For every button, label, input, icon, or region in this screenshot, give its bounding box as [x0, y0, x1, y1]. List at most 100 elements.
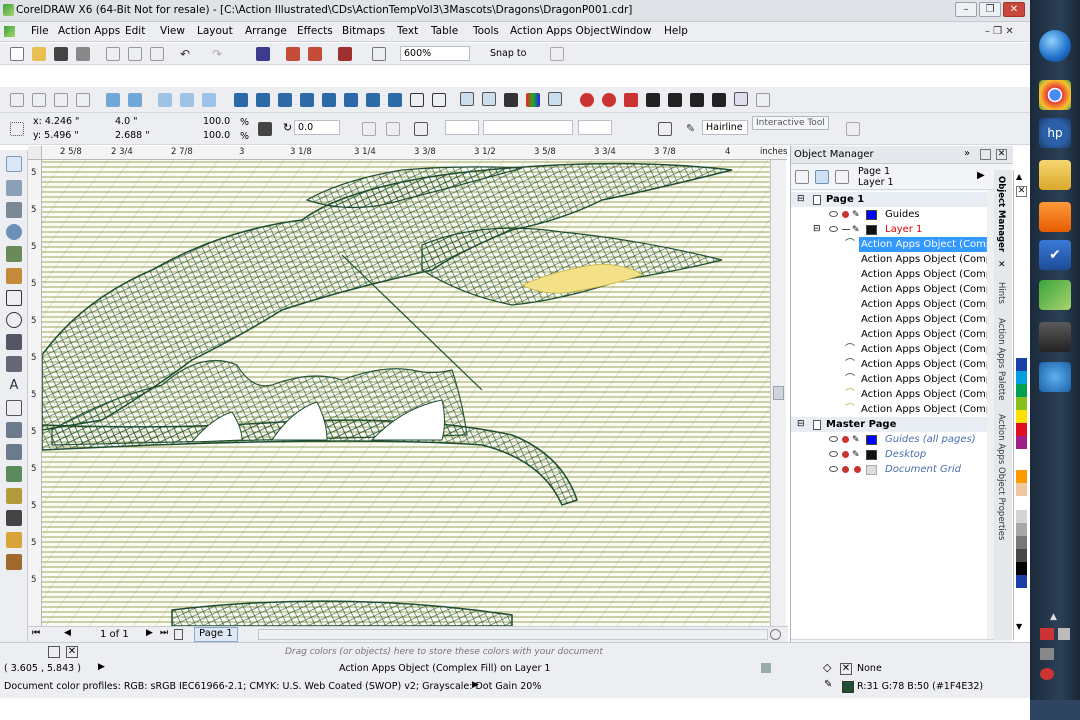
- tool-icon-8[interactable]: [180, 93, 194, 107]
- polygon-tool-icon[interactable]: [6, 334, 22, 350]
- tree-object-row[interactable]: Action Apps Object (Comple: [791, 252, 987, 267]
- menu-arrange[interactable]: Arrange: [245, 25, 287, 37]
- app-icon[interactable]: [1039, 322, 1071, 352]
- tab-object-manager[interactable]: Object Manager: [996, 176, 1006, 252]
- last-page-button[interactable]: ⏭: [160, 628, 168, 638]
- vertical-scrollbar[interactable]: [770, 160, 786, 626]
- dragon-artwork[interactable]: [42, 160, 770, 626]
- tool-icon-11[interactable]: [256, 93, 270, 107]
- swatch[interactable]: [1016, 384, 1027, 397]
- task-icon[interactable]: ✔: [1039, 240, 1071, 270]
- to-front-icon[interactable]: [658, 122, 672, 136]
- browser-icon[interactable]: [1039, 362, 1071, 392]
- tool-icon-30[interactable]: [690, 93, 704, 107]
- tool-icon-5[interactable]: [106, 93, 120, 107]
- tool-icon-33[interactable]: [756, 93, 770, 107]
- menu-effects[interactable]: Effects: [297, 25, 333, 37]
- outline-color-swatch[interactable]: [842, 681, 854, 693]
- tool-icon-15[interactable]: [344, 93, 358, 107]
- wrap-text-icon[interactable]: [414, 122, 428, 136]
- tool-icon-28[interactable]: [646, 93, 660, 107]
- tree-object-row[interactable]: Action Apps Object (Comple: [791, 297, 987, 312]
- tool-icon-27[interactable]: [624, 93, 638, 107]
- start-button-icon[interactable]: [1039, 30, 1071, 62]
- menu-table[interactable]: Table: [431, 25, 458, 37]
- tool-icon-18[interactable]: [410, 93, 424, 107]
- docker-restore-icon[interactable]: [980, 149, 991, 160]
- height-field[interactable]: 2.688 ": [112, 129, 180, 144]
- visibility-icon[interactable]: [829, 226, 838, 232]
- tool-icon-10[interactable]: [234, 93, 248, 107]
- lock-icon[interactable]: ✎: [852, 208, 860, 223]
- crop-tool-icon[interactable]: [6, 202, 22, 218]
- visibility-icon[interactable]: [829, 451, 838, 457]
- zoom-nav-icon[interactable]: [770, 629, 781, 640]
- interactive-tool-icon[interactable]: [734, 92, 748, 106]
- rectangle-tool-icon[interactable]: [6, 290, 22, 306]
- swatch[interactable]: [1016, 423, 1027, 436]
- swatch[interactable]: [1016, 470, 1027, 483]
- freehand-tool-icon[interactable]: [6, 246, 22, 262]
- om-menu-arrow-icon[interactable]: ▶: [977, 170, 985, 181]
- swatch[interactable]: [1016, 523, 1027, 536]
- print-icon[interactable]: [842, 211, 849, 218]
- palette-scroll-down[interactable]: ▼: [1016, 622, 1022, 631]
- tool-icon-26[interactable]: [602, 93, 616, 107]
- tree-object-row[interactable]: Action Apps Object (Comple: [791, 267, 987, 282]
- open-icon[interactable]: [32, 47, 46, 61]
- app-launcher-icon[interactable]: [338, 47, 352, 61]
- tab-close-icon[interactable]: ✕: [998, 260, 1006, 270]
- visibility-icon[interactable]: [829, 211, 838, 217]
- hp-icon[interactable]: hp: [1039, 118, 1071, 148]
- lock-icon[interactable]: ✎: [852, 223, 860, 238]
- lock-icon[interactable]: [854, 466, 861, 473]
- print-icon[interactable]: [842, 466, 849, 473]
- object-origin-icon[interactable]: [10, 122, 24, 136]
- outline-pen-icon[interactable]: ✎: [686, 122, 700, 136]
- options-icon[interactable]: [550, 47, 564, 61]
- tool-icon-23[interactable]: [526, 93, 540, 107]
- tool-icon-25[interactable]: [580, 93, 594, 107]
- menu-edit[interactable]: Edit: [125, 25, 145, 37]
- text-tool-icon[interactable]: A: [6, 378, 22, 394]
- drawing-canvas[interactable]: [42, 160, 770, 626]
- blend-tool-icon[interactable]: [6, 466, 22, 482]
- swatch[interactable]: [1016, 549, 1027, 562]
- coreldraw-taskbar-icon[interactable]: [1039, 280, 1071, 310]
- status-grip-icon[interactable]: [761, 663, 771, 673]
- export-icon[interactable]: [308, 47, 322, 61]
- property-bar-options-icon[interactable]: [846, 122, 860, 136]
- tree-guides-layer[interactable]: ✎ Guides: [791, 207, 987, 222]
- swatch[interactable]: [1016, 358, 1027, 371]
- shape-tool-icon[interactable]: [6, 180, 22, 196]
- visibility-icon[interactable]: [829, 436, 838, 442]
- basic-shapes-tool-icon[interactable]: [6, 356, 22, 372]
- print-icon[interactable]: [842, 229, 850, 230]
- tree-object-row[interactable]: ⌒ Action Apps Object (Comple: [791, 357, 987, 372]
- doc-window-controls[interactable]: – ❐ ✕: [985, 26, 1014, 37]
- rotation-field[interactable]: 0.0: [294, 120, 340, 135]
- horizontal-ruler[interactable]: 2 5/8 2 3/4 2 7/8 3 3 1/8 3 1/4 3 3/8 3 …: [42, 146, 787, 160]
- table-tool-icon[interactable]: [6, 400, 22, 416]
- collapse-docker-icon[interactable]: »: [964, 148, 970, 159]
- tool-icon-12[interactable]: [278, 93, 292, 107]
- show-desktop-button[interactable]: [1030, 700, 1080, 720]
- tool-icon-17[interactable]: [388, 93, 402, 107]
- swatch[interactable]: [1016, 410, 1027, 423]
- lock-ratio-icon[interactable]: [258, 122, 272, 136]
- mirror-v-icon[interactable]: [386, 122, 400, 136]
- copy-icon[interactable]: [128, 47, 142, 61]
- menu-view[interactable]: View: [160, 25, 185, 37]
- expand-arrow-icon[interactable]: ▶: [98, 662, 105, 672]
- tool-icon-9[interactable]: [202, 93, 216, 107]
- document-palette-icon[interactable]: [48, 646, 60, 658]
- media-player-icon[interactable]: [1039, 202, 1071, 232]
- tree-master-guides[interactable]: ✎ Guides (all pages): [791, 432, 987, 447]
- tree-object-row[interactable]: ⌒ Action Apps Object (Comple: [791, 402, 987, 417]
- menu-window[interactable]: Window: [610, 25, 651, 37]
- print-icon[interactable]: [842, 451, 849, 458]
- mirror-h-icon[interactable]: [362, 122, 376, 136]
- x-position-field[interactable]: x: 4.246 ": [30, 115, 102, 130]
- add-page-icon[interactable]: [174, 629, 183, 640]
- menu-bitmaps[interactable]: Bitmaps: [342, 25, 385, 37]
